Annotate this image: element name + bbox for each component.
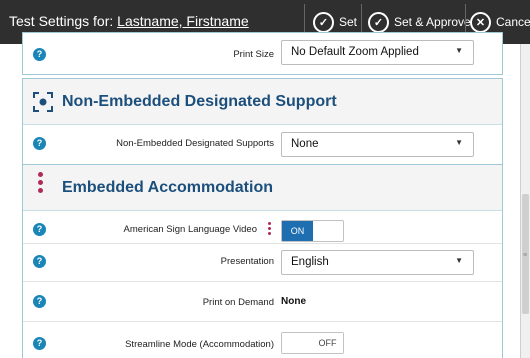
print-size-label: Print Size: [233, 49, 274, 60]
set-approve-button-label: Set & Approve: [394, 15, 471, 29]
print-size-value: No Default Zoom Applied: [291, 46, 419, 58]
help-icon[interactable]: ?: [33, 337, 46, 350]
print-on-demand-row: ? Print on Demand None: [23, 281, 502, 321]
student-name-link[interactable]: Lastname, Firstname: [117, 13, 249, 29]
vertical-dots-icon: [38, 172, 43, 193]
chevron-down-icon: ▼: [455, 46, 463, 55]
vertical-dots-icon: [268, 222, 271, 235]
vertical-scrollbar[interactable]: ≡: [520, 44, 530, 358]
non-embedded-row: ? Non-Embedded Designated Supports None …: [23, 126, 502, 162]
section-header: Non-Embedded Designated Support: [23, 79, 502, 125]
section-title: Non-Embedded Designated Support: [62, 93, 337, 110]
dialog-title: Test Settings for: Lastname, Firstname: [9, 13, 249, 29]
close-icon: ✕: [470, 11, 491, 33]
toggle-thumb: [282, 333, 313, 353]
check-icon: ✓: [368, 11, 389, 33]
streamline-row: ? Streamline Mode (Accommodation) OFF: [23, 321, 502, 358]
streamline-toggle[interactable]: OFF: [281, 332, 344, 354]
print-size-select[interactable]: No Default Zoom Applied ▼: [281, 40, 474, 65]
print-size-row: ? Print Size No Default Zoom Applied ▼: [23, 37, 502, 73]
section-embedded: Embedded Accommodation ? American Sign L…: [22, 164, 503, 358]
presentation-select[interactable]: English ▼: [281, 250, 474, 275]
check-icon: ✓: [313, 11, 334, 33]
title-prefix: Test Settings for:: [9, 13, 118, 29]
chevron-down-icon: ▼: [455, 256, 463, 265]
help-icon[interactable]: ?: [33, 255, 46, 268]
chevron-down-icon: ▼: [455, 138, 463, 147]
section-title: Embedded Accommodation: [62, 179, 273, 196]
section-non-embedded: Non-Embedded Designated Support ? Non-Em…: [22, 78, 503, 166]
print-on-demand-value: None: [281, 296, 306, 307]
set-button-label: Set: [339, 15, 358, 29]
settings-panel: ? Print Size No Default Zoom Applied ▼ N…: [0, 32, 520, 358]
section-top-partial: ? Print Size No Default Zoom Applied ▼: [22, 32, 503, 75]
focus-icon: [33, 92, 53, 117]
help-icon[interactable]: ?: [33, 223, 46, 236]
presentation-value: English: [291, 256, 329, 268]
section-header: Embedded Accommodation: [23, 165, 502, 211]
grip-icon: ≡: [523, 252, 528, 259]
streamline-label: Streamline Mode (Accommodation): [125, 339, 274, 350]
presentation-row: ? Presentation English ▼: [23, 243, 502, 281]
print-on-demand-label: Print on Demand: [202, 297, 274, 308]
help-icon[interactable]: ?: [33, 48, 46, 61]
cancel-button-label: Cancel: [496, 15, 530, 29]
toggle-state: OFF: [312, 333, 343, 353]
help-icon[interactable]: ?: [33, 295, 46, 308]
help-icon[interactable]: ?: [33, 137, 46, 150]
non-embedded-label: Non-Embedded Designated Supports: [116, 138, 274, 149]
toggle-state: ON: [282, 221, 313, 241]
non-embedded-value: None: [291, 138, 319, 150]
asl-toggle[interactable]: ON: [281, 220, 344, 242]
asl-label: American Sign Language Video: [123, 224, 257, 235]
non-embedded-select[interactable]: None ▼: [281, 132, 474, 157]
presentation-label: Presentation: [220, 256, 274, 267]
